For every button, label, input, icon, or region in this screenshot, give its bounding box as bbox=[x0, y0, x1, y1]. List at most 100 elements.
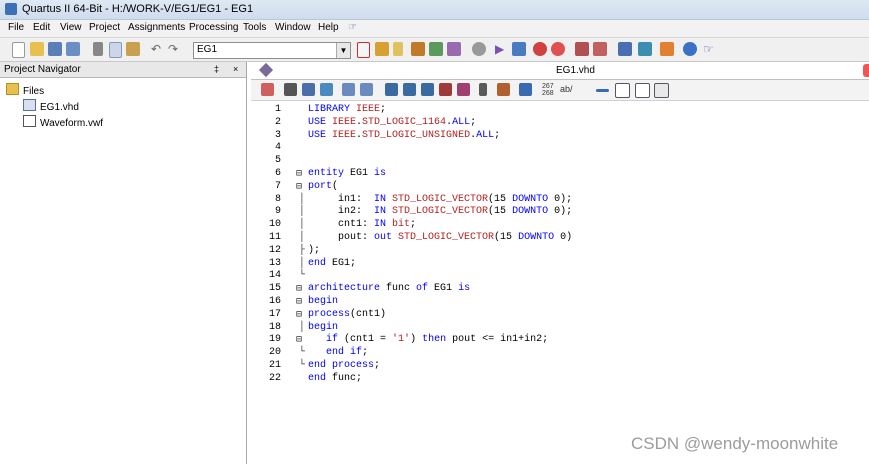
code-line-22[interactable]: end func; bbox=[308, 373, 362, 384]
menu-project[interactable]: Project bbox=[89, 22, 120, 33]
chip-planner-icon[interactable] bbox=[429, 42, 443, 56]
code-line-21[interactable]: end process; bbox=[308, 360, 380, 371]
code-line-8[interactable]: in1: IN STD_LOGIC_VECTOR(15 DOWNTO 0); bbox=[308, 194, 572, 205]
pin-planner-icon[interactable] bbox=[393, 42, 403, 56]
fold-toggle-if[interactable]: ⊟ bbox=[296, 334, 302, 346]
copy-icon[interactable] bbox=[109, 42, 122, 58]
replace-icon[interactable] bbox=[302, 83, 315, 96]
entity-select[interactable]: EG1 ▼ bbox=[193, 42, 351, 59]
tree-item-waveform-vwf[interactable]: Waveform.vwf bbox=[23, 115, 103, 129]
tree-item-files[interactable]: Files bbox=[6, 83, 44, 97]
chip-editor-icon[interactable] bbox=[660, 42, 674, 56]
view-pane-icon[interactable] bbox=[615, 83, 630, 98]
timequest-icon[interactable] bbox=[551, 42, 565, 56]
fold-toggle-process[interactable]: ⊟ bbox=[296, 309, 302, 321]
close-icon[interactable]: × bbox=[233, 64, 238, 74]
clear-bookmarks-icon[interactable] bbox=[439, 83, 452, 96]
full-view-icon[interactable] bbox=[654, 83, 669, 98]
indent-tab-icon[interactable] bbox=[596, 89, 609, 92]
code-line-13[interactable]: end EG1; bbox=[308, 258, 356, 269]
code-line-16[interactable]: begin bbox=[308, 296, 338, 307]
project-settings-icon[interactable] bbox=[357, 42, 370, 58]
chevron-down-icon[interactable]: ▼ bbox=[336, 43, 350, 58]
help-pointer-icon[interactable]: ☞ bbox=[348, 22, 357, 33]
stop-icon[interactable] bbox=[472, 42, 486, 56]
assignment-editor-icon[interactable] bbox=[375, 42, 389, 56]
menu-window[interactable]: Window bbox=[275, 22, 311, 33]
menu-tools[interactable]: Tools bbox=[243, 22, 266, 33]
menu-help[interactable]: Help bbox=[318, 22, 339, 33]
code-line-12[interactable]: ); bbox=[308, 245, 320, 256]
template-icon[interactable] bbox=[261, 83, 274, 96]
save-all-icon[interactable] bbox=[66, 42, 80, 56]
fold-guide: │ bbox=[299, 321, 306, 333]
menu-processing[interactable]: Processing bbox=[189, 22, 238, 33]
code-line-18[interactable]: begin bbox=[308, 322, 338, 333]
bookmark-icon[interactable] bbox=[385, 83, 398, 96]
timing-icon[interactable] bbox=[411, 42, 425, 56]
close-tab-icon[interactable] bbox=[863, 64, 869, 77]
undo-icon[interactable]: ↶ bbox=[151, 42, 165, 56]
open-folder-icon[interactable] bbox=[30, 42, 44, 56]
code-line-9[interactable]: in2: IN STD_LOGIC_VECTOR(15 DOWNTO 0); bbox=[308, 206, 572, 217]
block-comment-icon[interactable] bbox=[457, 83, 470, 96]
whats-this-icon[interactable]: ☞ bbox=[703, 42, 717, 56]
paste-icon[interactable] bbox=[126, 42, 140, 56]
code-keyword: out bbox=[374, 232, 399, 243]
start-compilation-icon[interactable]: ▶ bbox=[495, 42, 509, 56]
help-icon[interactable] bbox=[683, 42, 697, 56]
syntax-icon[interactable] bbox=[519, 83, 532, 96]
uncomment-icon[interactable] bbox=[479, 83, 487, 96]
code-line-6[interactable]: entity EG1 is bbox=[308, 168, 386, 179]
menu-view[interactable]: View bbox=[60, 22, 82, 33]
menu-assignments[interactable]: Assignments bbox=[128, 22, 185, 33]
editor-tab-title[interactable]: EG1.vhd bbox=[556, 65, 595, 76]
timing-analyzer-icon[interactable] bbox=[533, 42, 547, 56]
fold-toggle-port[interactable]: ⊟ bbox=[296, 181, 302, 193]
code-line-7[interactable]: port( bbox=[308, 181, 338, 192]
project-navigator-header: Project Navigator ‡ × bbox=[0, 62, 246, 78]
code-line-19[interactable]: if (cnt1 = '1') then pout <= in1+in2; bbox=[308, 334, 548, 345]
menu-edit[interactable]: Edit bbox=[33, 22, 50, 33]
menu-file[interactable]: File bbox=[8, 22, 24, 33]
signaltap-icon[interactable] bbox=[638, 42, 652, 56]
fold-toggle-entity[interactable]: ⊟ bbox=[296, 168, 302, 180]
goto-line-icon[interactable] bbox=[320, 83, 333, 96]
fold-toggle-begin[interactable]: ⊟ bbox=[296, 296, 302, 308]
programmer-icon[interactable] bbox=[618, 42, 632, 56]
prev-bookmark-icon[interactable] bbox=[421, 83, 434, 96]
netlist-viewer-icon[interactable] bbox=[593, 42, 607, 56]
tree-item-eg1-vhd[interactable]: EG1.vhd bbox=[23, 99, 79, 113]
code-line-17[interactable]: process(cnt1) bbox=[308, 309, 386, 320]
design-partition-icon[interactable] bbox=[447, 42, 461, 56]
find-icon[interactable] bbox=[284, 83, 297, 96]
code-keyword: architecture bbox=[308, 283, 381, 295]
fold-guide: │ bbox=[299, 232, 306, 243]
analysis-synthesis-icon[interactable] bbox=[512, 42, 526, 56]
word-wrap-icon[interactable]: ab/ bbox=[560, 84, 573, 97]
template-insert-icon[interactable] bbox=[497, 83, 510, 96]
split-view-icon[interactable] bbox=[635, 83, 650, 98]
code-line-15[interactable]: architecture func of EG1 is bbox=[308, 283, 470, 294]
code-line-20[interactable]: end if; bbox=[308, 347, 368, 358]
rtl-viewer-icon[interactable] bbox=[575, 42, 589, 56]
tree-item-waveform-vwf-label: Waveform.vwf bbox=[40, 118, 103, 129]
pin-icon[interactable]: ‡ bbox=[214, 64, 219, 74]
code-line-3[interactable]: USE IEEE.STD_LOGIC_UNSIGNED.ALL; bbox=[308, 130, 500, 141]
code-line-11[interactable]: pout: out STD_LOGIC_VECTOR(15 DOWNTO 0) bbox=[308, 232, 572, 243]
next-bookmark-icon[interactable] bbox=[403, 83, 416, 96]
code-line-2[interactable]: USE IEEE.STD_LOGIC_1164.ALL; bbox=[308, 117, 476, 128]
code-text: 0) bbox=[554, 232, 573, 243]
save-icon[interactable] bbox=[48, 42, 62, 56]
cut-icon[interactable] bbox=[93, 42, 103, 56]
fold-toggle-architecture[interactable]: ⊟ bbox=[296, 283, 302, 295]
new-file-icon[interactable] bbox=[12, 42, 25, 58]
code-line-10[interactable]: cnt1: IN bit; bbox=[308, 219, 416, 230]
tree-item-files-label: Files bbox=[23, 86, 45, 97]
line-number-icon[interactable]: 267 268 bbox=[542, 83, 555, 97]
code-keyword: process bbox=[308, 308, 351, 320]
unindent-icon[interactable] bbox=[360, 83, 373, 96]
redo-icon[interactable]: ↷ bbox=[168, 42, 182, 56]
code-line-1[interactable]: LIBRARY IEEE; bbox=[308, 104, 386, 115]
indent-icon[interactable] bbox=[342, 83, 355, 96]
